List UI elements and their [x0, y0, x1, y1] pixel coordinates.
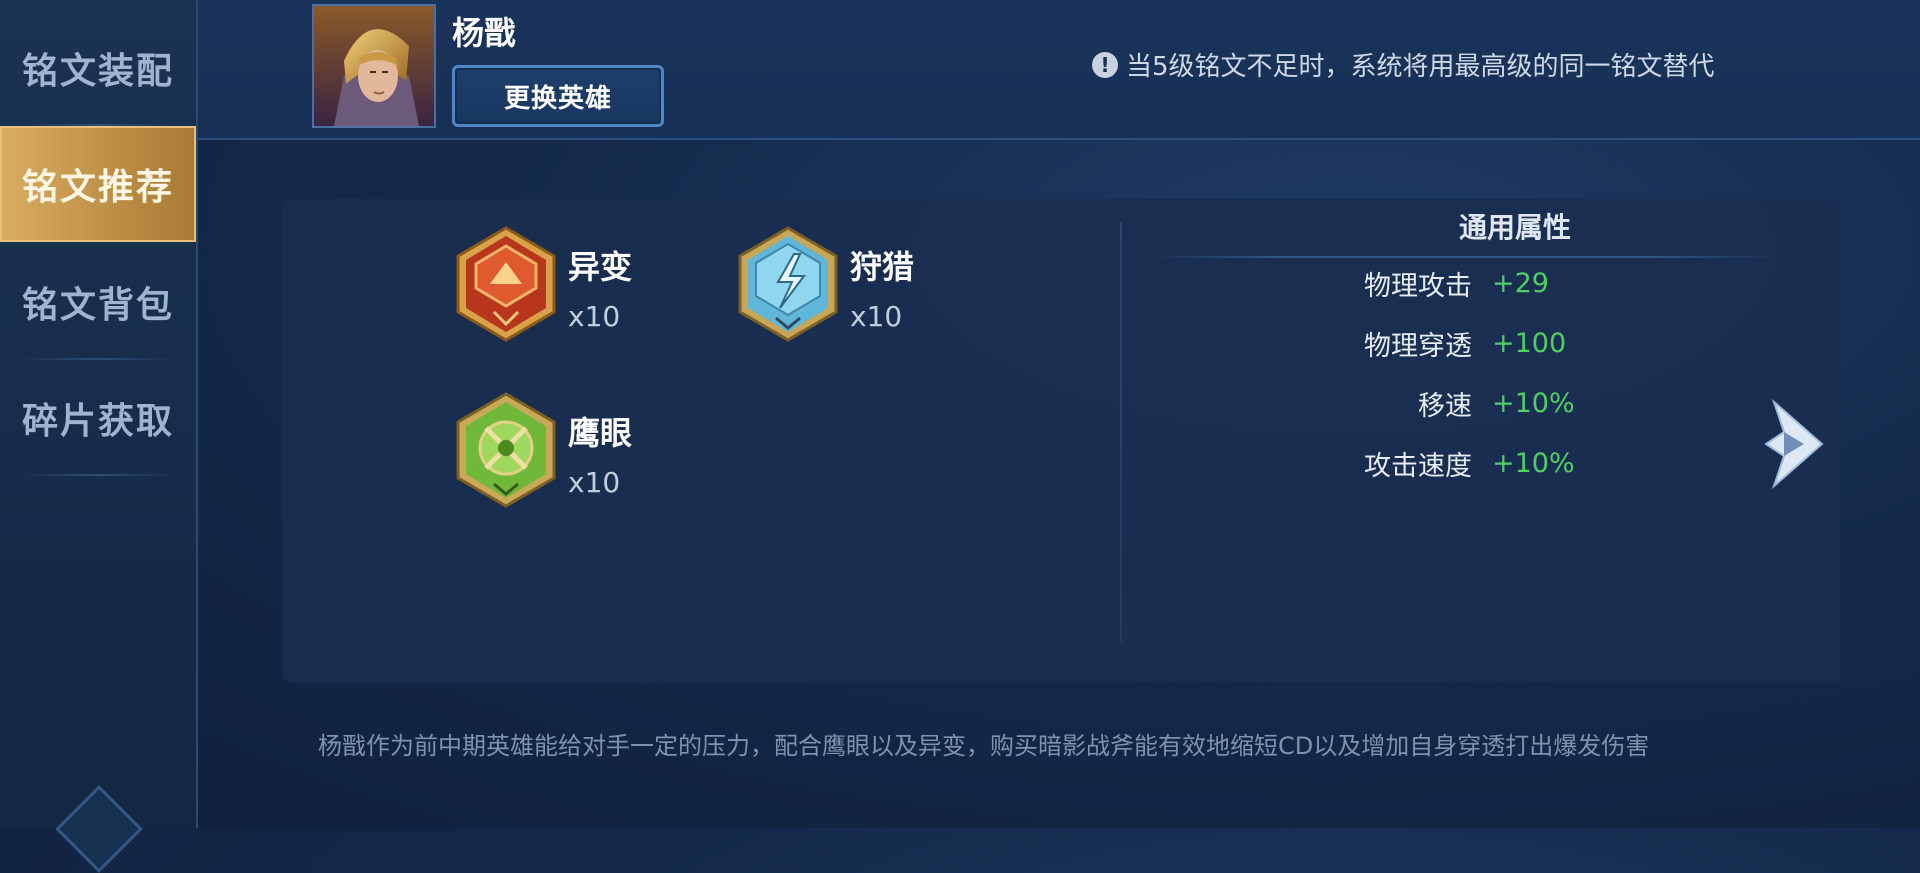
hero-name: 杨戬 — [452, 14, 517, 52]
attribute-row: 移速 +10% — [1150, 378, 1710, 428]
green-hexagon-rune-icon — [456, 392, 556, 508]
rune-name: 狩猎 — [850, 248, 915, 286]
notice: ! 当5级铭文不足时，系统将用最高级的同一铭文替代 — [1092, 46, 1715, 83]
rune-count: x10 — [850, 300, 903, 333]
notice-text: 当5级铭文不足时，系统将用最高级的同一铭文替代 — [1126, 52, 1715, 82]
blue-hexagon-rune-icon — [738, 226, 838, 342]
change-hero-button[interactable]: 更换英雄 — [452, 65, 664, 127]
attribute-label: 物理攻击 — [1364, 270, 1472, 302]
rune-item-yingyan[interactable]: 鹰眼 x10 — [456, 392, 632, 508]
sidebar-item-rune-recommend[interactable]: 铭文推荐 — [0, 126, 196, 242]
rune-item-yibian[interactable]: 异变 x10 — [456, 226, 632, 342]
sidebar-item-label: 碎片获取 — [21, 401, 174, 442]
red-hexagon-rune-icon — [456, 226, 556, 342]
rune-count: x10 — [568, 466, 621, 499]
panel-divider — [1120, 222, 1122, 642]
rune-name: 异变 — [568, 248, 633, 286]
next-arrow-icon[interactable] — [1760, 396, 1830, 492]
attribute-value: +10% — [1492, 387, 1575, 419]
sidebar-item-rune-equip[interactable]: 铭文装配 — [0, 10, 196, 126]
sidebar-item-label: 铭文背包 — [21, 285, 174, 326]
attribute-value: +29 — [1492, 267, 1549, 299]
attributes-title: 通用属性 — [1458, 211, 1571, 244]
sidebar-item-fragment-obtain[interactable]: 碎片获取 — [0, 360, 196, 476]
rune-item-shoulie[interactable]: 狩猎 x10 — [738, 226, 914, 342]
sidebar-item-rune-bag[interactable]: 铭文背包 — [0, 244, 196, 360]
rune-count: x10 — [568, 300, 621, 333]
diamond-decoration-icon — [55, 785, 143, 873]
attribute-row: 攻击速度 +10% — [1150, 438, 1710, 488]
hero-portrait — [312, 4, 436, 128]
attribute-row: 物理穿透 +100 — [1150, 318, 1710, 368]
sidebar: 铭文装配 铭文推荐 铭文背包 碎片获取 — [0, 0, 198, 873]
rune-name: 鹰眼 — [568, 414, 633, 452]
sidebar-item-label: 铭文推荐 — [21, 167, 174, 208]
sidebar-item-label: 铭文装配 — [21, 51, 174, 92]
exclamation-info-icon: ! — [1092, 51, 1118, 78]
attribute-value: +100 — [1492, 327, 1567, 359]
attribute-label: 物理穿透 — [1364, 330, 1472, 362]
recommend-description: 杨戬作为前中期英雄能给对手一定的压力，配合鹰眼以及异变，购买暗影战斧能有效地缩短… — [318, 732, 1650, 760]
attribute-value: +10% — [1492, 447, 1575, 479]
attribute-row: 物理攻击 +29 — [1150, 258, 1710, 308]
attribute-label: 攻击速度 — [1364, 450, 1472, 482]
attribute-label: 移速 — [1418, 390, 1472, 422]
